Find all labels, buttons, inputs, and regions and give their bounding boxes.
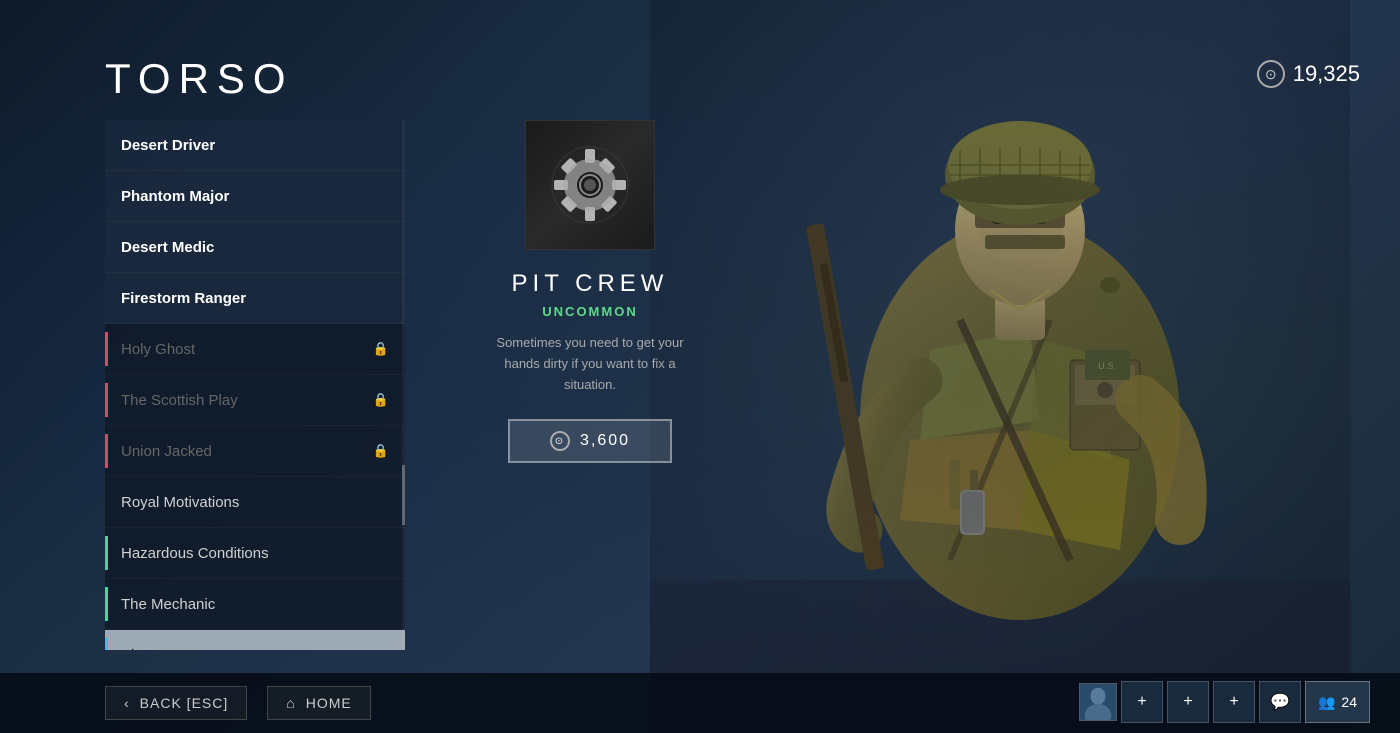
- list-item-bar-the-mechanic: [105, 587, 108, 621]
- price-coin-icon: ⊙: [550, 431, 570, 451]
- list-item-bar-union-jacked: [105, 434, 108, 468]
- list-item-label-pit-crew: Pit Crew: [121, 647, 178, 651]
- detail-item-rarity: UNCOMMON: [542, 304, 637, 319]
- list-item-bar-hazardous-conditions: [105, 536, 108, 570]
- back-chevron-icon: ‹: [124, 695, 130, 711]
- detail-item-name: PIT CREW: [512, 270, 669, 298]
- hud-add-3-button[interactable]: +: [1213, 681, 1255, 723]
- back-label: BACK [ESC]: [140, 695, 229, 711]
- purchase-button[interactable]: ⊙ 3,600: [508, 419, 672, 463]
- list-item-label-union-jacked: Union Jacked: [121, 443, 212, 460]
- list-item-label-phantom-major: Phantom Major: [121, 188, 229, 205]
- plus-icon-3: +: [1229, 693, 1238, 711]
- list-scrollbar-thumb[interactable]: [402, 465, 405, 525]
- list-item-bar-pit-crew: [105, 638, 108, 650]
- list-item-phantom-major[interactable]: Phantom Major: [105, 171, 405, 222]
- plus-icon-2: +: [1183, 693, 1192, 711]
- list-item-hazardous-conditions[interactable]: Hazardous Conditions: [105, 528, 405, 579]
- list-item-pit-crew[interactable]: Pit Crew: [105, 630, 405, 650]
- currency-amount: 19,325: [1293, 61, 1360, 87]
- list-item-desert-driver[interactable]: Desert Driver: [105, 120, 405, 171]
- detail-panel: PIT CREW UNCOMMON Sometimes you need to …: [450, 120, 730, 463]
- lock-icon-holy-ghost: 🔒: [373, 341, 389, 357]
- svg-text:U.S.: U.S.: [1098, 361, 1116, 371]
- item-list-panel: Desert Driver Phantom Major Desert Medic Fi…: [105, 120, 405, 650]
- list-scrollbar[interactable]: [402, 120, 405, 650]
- home-button[interactable]: ⌂ HOME: [267, 686, 370, 720]
- plus-icon: +: [1137, 693, 1146, 711]
- list-item-the-mechanic[interactable]: The Mechanic: [105, 579, 405, 630]
- hud-squad-button[interactable]: 👥 24: [1305, 681, 1370, 723]
- list-item-label-the-mechanic: The Mechanic: [121, 596, 215, 613]
- hud-avatar: [1079, 683, 1117, 721]
- list-item-desert-medic[interactable]: Desert Medic: [105, 222, 405, 273]
- lock-icon-the-scottish-play: 🔒: [373, 392, 389, 408]
- squad-icon: 👥: [1318, 694, 1335, 711]
- item-list: Desert Driver Phantom Major Desert Medic Fi…: [105, 120, 405, 650]
- list-item-firestorm-ranger[interactable]: Firestorm Ranger: [105, 273, 405, 324]
- list-item-bar-holy-ghost: [105, 332, 108, 366]
- hud-add-1-button[interactable]: +: [1121, 681, 1163, 723]
- bottom-right-hud: + + + 💬 👥 24: [1079, 681, 1370, 723]
- home-label: HOME: [306, 695, 352, 711]
- hud-chat-button[interactable]: 💬: [1259, 681, 1301, 723]
- soldier-illustration: U.S.: [650, 0, 1350, 733]
- list-item-royal-motivations[interactable]: Royal Motivations: [105, 477, 405, 528]
- list-item-label-firestorm-ranger: Firestorm Ranger: [121, 290, 246, 307]
- list-item-the-scottish-play[interactable]: The Scottish Play 🔒: [105, 375, 405, 426]
- list-item-bar-the-scottish-play: [105, 383, 108, 417]
- list-item-label-the-scottish-play: The Scottish Play: [121, 392, 238, 409]
- list-item-label-royal-motivations: Royal Motivations: [121, 494, 239, 511]
- lock-icon-union-jacked: 🔒: [373, 443, 389, 459]
- item-gear-icon: [550, 145, 630, 225]
- home-icon: ⌂: [286, 695, 295, 711]
- item-icon-box: [525, 120, 655, 250]
- price-amount: 3,600: [580, 432, 630, 450]
- detail-item-description: Sometimes you need to get your hands dir…: [480, 333, 700, 395]
- currency-display: ⊙ 19,325: [1257, 60, 1360, 88]
- back-button[interactable]: ‹ BACK [ESC]: [105, 686, 247, 720]
- currency-icon: ⊙: [1257, 60, 1285, 88]
- list-item-union-jacked[interactable]: Union Jacked 🔒: [105, 426, 405, 477]
- list-item-label-desert-medic: Desert Medic: [121, 239, 214, 256]
- page-title: TORSO: [105, 55, 294, 103]
- list-item-label-holy-ghost: Holy Ghost: [121, 341, 195, 358]
- squad-count: 24: [1341, 694, 1357, 710]
- hud-add-2-button[interactable]: +: [1167, 681, 1209, 723]
- list-item-holy-ghost[interactable]: Holy Ghost 🔒: [105, 324, 405, 375]
- list-item-label-desert-driver: Desert Driver: [121, 137, 215, 154]
- list-item-label-hazardous-conditions: Hazardous Conditions: [121, 545, 269, 562]
- chat-icon: 💬: [1270, 692, 1290, 712]
